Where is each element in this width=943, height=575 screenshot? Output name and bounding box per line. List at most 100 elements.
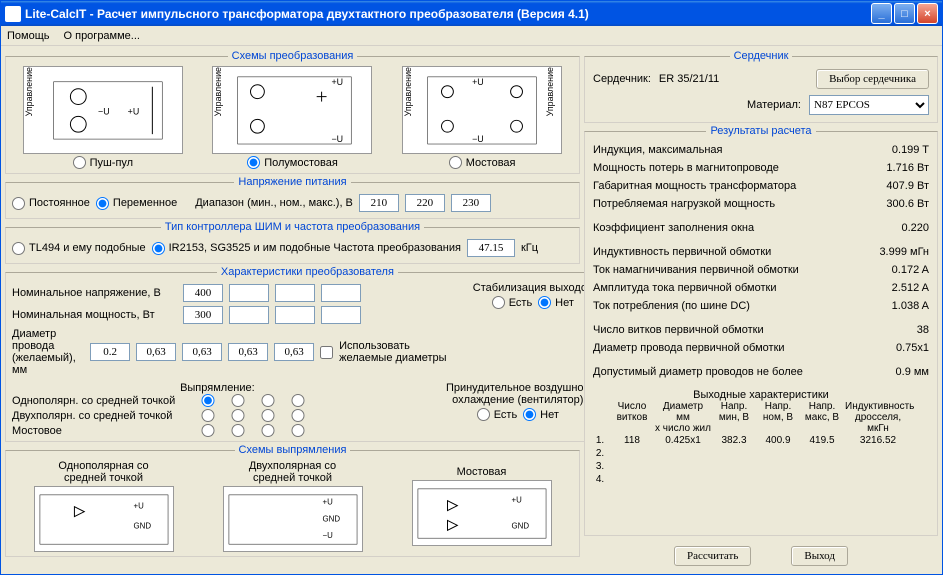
rect-bi-2[interactable] <box>224 409 252 422</box>
material-select[interactable]: N87 EPCOS <box>809 95 929 115</box>
svg-text:−U: −U <box>322 531 333 540</box>
out-col-header <box>591 401 609 434</box>
pushpull-radio-label[interactable]: Пуш-пул <box>73 156 134 169</box>
svg-text:GND: GND <box>322 514 340 523</box>
usediam-checkbox[interactable] <box>320 346 333 359</box>
nomv-4[interactable] <box>321 284 361 302</box>
svg-text:Управление: Управление <box>545 67 555 116</box>
ac-radio[interactable] <box>96 197 109 210</box>
vmin-input[interactable] <box>359 194 399 212</box>
rect-label: Выпрямление: <box>12 382 423 394</box>
result-value: 0.172 A <box>892 264 929 276</box>
result-value: 0.75x1 <box>896 342 929 354</box>
tl494-radio[interactable] <box>12 242 25 255</box>
calculate-button[interactable]: Рассчитать <box>674 546 751 566</box>
result-row: Индукция, максимальная0.199 T <box>591 141 931 159</box>
maximize-button[interactable]: □ <box>894 3 915 24</box>
core-group: Сердечник Сердечник: ER 35/21/11 Выбор с… <box>584 50 938 123</box>
cool-label: Принудительное воздушное охлаждение (вен… <box>433 382 603 406</box>
ir2153-radio[interactable] <box>152 242 165 255</box>
ac-radio-label[interactable]: Переменное <box>96 197 177 210</box>
result-row: Диаметр провода первичной обмотки0.75x1 <box>591 339 931 357</box>
rect-br-1[interactable] <box>194 424 222 437</box>
result-row: Мощность потерь в магнитопроводе1.716 Вт <box>591 159 931 177</box>
minimize-button[interactable]: _ <box>871 3 892 24</box>
nomv-2[interactable] <box>229 284 269 302</box>
rect-br-4[interactable] <box>284 424 312 437</box>
diam-5[interactable] <box>274 343 314 361</box>
vnom-input[interactable] <box>405 194 445 212</box>
fullbridge-radio-label[interactable]: Мостовая <box>449 156 516 169</box>
menu-about[interactable]: О программе... <box>64 30 140 42</box>
tl494-radio-label[interactable]: TL494 и ему подобные <box>12 242 146 255</box>
window-title: Lite-CalcIT - Расчет импульсного трансфо… <box>25 7 871 21</box>
result-label: Амплитуда тока первичной обмотки <box>593 282 776 294</box>
rect-br-3[interactable] <box>254 424 282 437</box>
rect-uni-4[interactable] <box>284 394 312 407</box>
svg-text:+U: +U <box>127 106 139 116</box>
rect-uni-1[interactable] <box>194 394 222 407</box>
rect-bi-1[interactable] <box>194 409 222 422</box>
rect-bi-3[interactable] <box>254 409 282 422</box>
voltage-group: Напряжение питания Постоянное Переменное… <box>5 176 580 219</box>
result-row: Индуктивность первичной обмотки3.999 мГн <box>591 243 931 261</box>
cool-no-radio[interactable] <box>523 408 536 421</box>
out-col-header: Число витков <box>611 401 653 434</box>
result-row: Потребляемая нагрузкой мощность300.6 Вт <box>591 195 931 213</box>
svg-text:GND: GND <box>133 521 151 530</box>
freq-input[interactable] <box>467 239 515 257</box>
rect-uni-2[interactable] <box>224 394 252 407</box>
nomp-2[interactable] <box>229 306 269 324</box>
result-row: Амплитуда тока первичной обмотки2.512 A <box>591 279 931 297</box>
out-col-header: Напр. мин, В <box>713 401 755 434</box>
stab-no-radio[interactable] <box>538 296 551 309</box>
svg-text:Управление: Управление <box>213 67 223 116</box>
menubar: Помощь О программе... <box>1 26 942 46</box>
titlebar: Lite-CalcIT - Расчет импульсного трансфо… <box>1 1 942 26</box>
exit-button[interactable]: Выход <box>791 546 848 566</box>
char-legend: Характеристики преобразователя <box>217 266 398 278</box>
diam-3[interactable] <box>182 343 222 361</box>
core-select-button[interactable]: Выбор сердечника <box>816 69 929 89</box>
schemes-legend: Схемы преобразования <box>228 50 358 62</box>
dc-radio[interactable] <box>12 197 25 210</box>
rect-br-2[interactable] <box>224 424 252 437</box>
nomp-3[interactable] <box>275 306 315 324</box>
nomv-label: Номинальное напряжение, В <box>12 287 177 299</box>
freq-unit: кГц <box>521 242 538 254</box>
rect-uni-3[interactable] <box>254 394 282 407</box>
result-value: 0.199 T <box>892 144 929 156</box>
dc-radio-label[interactable]: Постоянное <box>12 197 90 210</box>
result-value: 38 <box>917 324 929 336</box>
nomp-1[interactable] <box>183 306 223 324</box>
out-row: 4. <box>591 473 931 486</box>
ir2153-radio-label[interactable]: IR2153, SG3525 и им подобные Частота пре… <box>152 242 461 255</box>
stab-label: Стабилизация выходов <box>463 282 603 294</box>
nomp-4[interactable] <box>321 306 361 324</box>
diam-1[interactable] <box>90 343 130 361</box>
rect-bi-4[interactable] <box>284 409 312 422</box>
result-label: Ток намагничивания первичной обмотки <box>593 264 799 276</box>
result-value: 1.038 A <box>892 300 929 312</box>
menu-help[interactable]: Помощь <box>7 30 50 42</box>
halfbridge-radio-label[interactable]: Полумостовая <box>247 156 338 169</box>
pushpull-radio[interactable] <box>73 156 86 169</box>
result-label: Габаритная мощность трансформатора <box>593 180 796 192</box>
stab-yes-radio[interactable] <box>492 296 505 309</box>
out-col-header: Диаметр мм x число жил <box>655 401 711 434</box>
diam-label: Диаметр провода (желаемый), мм <box>12 328 84 376</box>
nomv-1[interactable] <box>183 284 223 302</box>
fullbridge-radio[interactable] <box>449 156 462 169</box>
close-button[interactable]: × <box>917 3 938 24</box>
diam-4[interactable] <box>228 343 268 361</box>
cool-yes-radio[interactable] <box>477 408 490 421</box>
svg-text:−U: −U <box>332 134 344 144</box>
diam-2[interactable] <box>136 343 176 361</box>
svg-text:+U: +U <box>472 77 484 87</box>
nomv-3[interactable] <box>275 284 315 302</box>
core-value: ER 35/21/11 <box>659 73 808 85</box>
halfbridge-radio[interactable] <box>247 156 260 169</box>
rect-bridge-label: Мостовая <box>457 460 507 478</box>
vmax-input[interactable] <box>451 194 491 212</box>
rect-schemes-group: Схемы выпрямления Однополярная со средне… <box>5 444 580 557</box>
